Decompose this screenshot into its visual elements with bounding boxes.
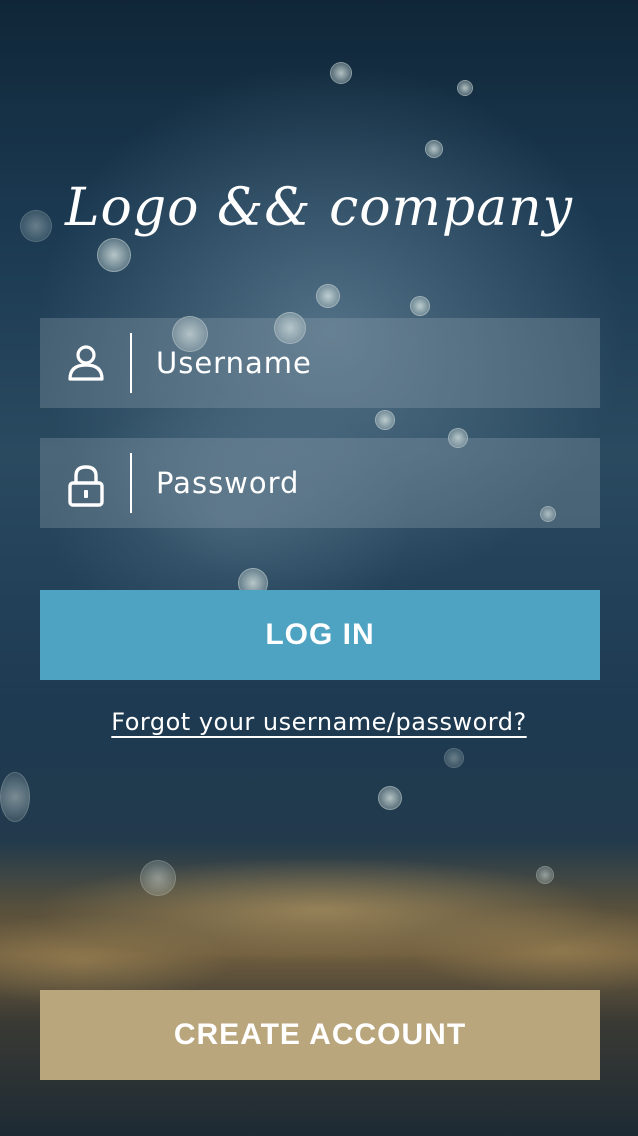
- field-divider: [130, 333, 132, 393]
- user-icon: [66, 343, 106, 383]
- background-image: [0, 0, 638, 1136]
- bokeh-light: [97, 238, 131, 272]
- create-account-button[interactable]: CREATE ACCOUNT: [40, 990, 600, 1080]
- login-button[interactable]: LOG IN: [40, 590, 600, 680]
- bokeh-light: [140, 860, 176, 896]
- password-input[interactable]: [156, 438, 586, 528]
- lock-icon: [66, 463, 106, 507]
- bokeh-light: [425, 140, 443, 158]
- bokeh-light: [316, 284, 340, 308]
- username-field[interactable]: [40, 318, 600, 408]
- username-input[interactable]: [156, 318, 586, 408]
- bokeh-light: [0, 772, 30, 822]
- bokeh-light: [457, 80, 473, 96]
- password-field[interactable]: [40, 438, 600, 528]
- bokeh-light: [330, 62, 352, 84]
- field-divider: [130, 453, 132, 513]
- bokeh-light: [410, 296, 430, 316]
- logo: Logo && company: [65, 178, 573, 238]
- bokeh-light: [375, 410, 395, 430]
- forgot-credentials-link[interactable]: Forgot your username/password?: [111, 708, 526, 736]
- bokeh-light: [378, 786, 402, 810]
- bokeh-light: [444, 748, 464, 768]
- bokeh-light: [536, 866, 554, 884]
- forgot-credentials-container: Forgot your username/password?: [0, 708, 638, 736]
